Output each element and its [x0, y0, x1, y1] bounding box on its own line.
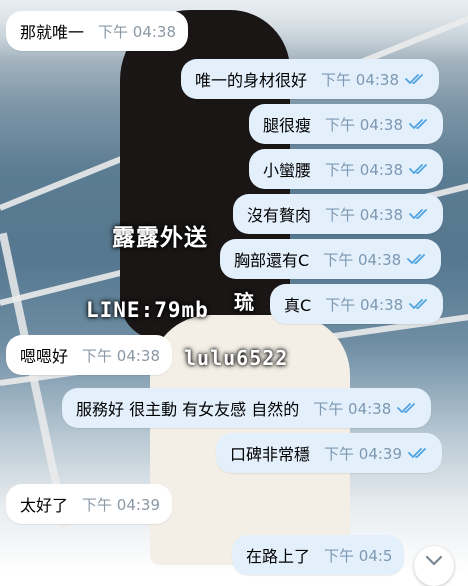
- message-text: 口碑非常穩: [230, 445, 311, 464]
- message-text: 在路上了: [246, 547, 311, 566]
- message-time: 下午 04:39: [324, 444, 403, 463]
- message-bubble[interactable]: 在路上了 下午 04:5: [232, 535, 405, 575]
- double-check-icon: [407, 254, 426, 264]
- message-bubble[interactable]: 太好了 下午 04:39: [6, 484, 173, 524]
- message-text: 那就唯一: [20, 23, 85, 42]
- double-check-icon: [409, 164, 427, 174]
- message-text: 嗯嗯好: [20, 347, 69, 366]
- message-bubble[interactable]: 沒有贅肉 下午 04:38: [233, 194, 444, 234]
- message-time: 下午 04:39: [82, 495, 161, 514]
- message-bubble[interactable]: 腿很瘦 下午 04:38: [249, 104, 444, 144]
- message-text: 太好了: [20, 496, 69, 515]
- watermark-line-id: LINE:79mb: [86, 298, 209, 322]
- double-check-icon: [408, 448, 426, 458]
- double-check-icon: [409, 299, 428, 309]
- message-time: 下午 04:38: [323, 250, 402, 269]
- double-check-icon: [409, 209, 427, 219]
- double-check-icon: [405, 74, 423, 84]
- message-time: 下午 04:38: [325, 115, 404, 134]
- message-bubble[interactable]: 唯一的身材很好 下午 04:38: [181, 59, 440, 99]
- message-bubble[interactable]: 小蠻腰 下午 04:38: [249, 149, 444, 189]
- message-bubble[interactable]: 胸部還有C 下午 04:38: [220, 239, 442, 279]
- message-time: 下午 04:38: [82, 346, 161, 365]
- message-text: 服務好 很主動 有女友感 自然的: [76, 400, 300, 419]
- message-bubble[interactable]: 服務好 很主動 有女友感 自然的 下午 04:38: [62, 388, 432, 428]
- watermark-name: 露露外送: [112, 225, 208, 251]
- message-time: 下午 04:38: [313, 399, 392, 418]
- message-time: 下午 04:38: [325, 295, 404, 314]
- message-time: 下午 04:5: [324, 546, 393, 565]
- message-text: 唯一的身材很好: [195, 71, 308, 90]
- double-check-icon: [397, 403, 416, 413]
- chevron-down-icon: [425, 555, 443, 566]
- message-time: 下午 04:38: [321, 70, 400, 89]
- message-time: 下午 04:38: [98, 22, 177, 41]
- message-text: 胸部還有C: [234, 251, 310, 270]
- watermark-side-char: 琉: [234, 290, 255, 314]
- watermark-user-id: lulu6522: [184, 346, 289, 370]
- message-time: 下午 04:38: [325, 160, 404, 179]
- message-text: 沒有贅肉: [247, 206, 312, 225]
- message-bubble[interactable]: 那就唯一 下午 04:38: [6, 11, 189, 51]
- message-bubble[interactable]: 真C 下午 04:38: [270, 284, 444, 324]
- message-text: 腿很瘦: [263, 116, 312, 135]
- message-text: 真C: [284, 296, 312, 315]
- message-bubble[interactable]: 嗯嗯好 下午 04:38: [6, 335, 173, 375]
- message-bubble[interactable]: 口碑非常穩 下午 04:39: [216, 433, 443, 473]
- scroll-down-button[interactable]: [414, 546, 454, 586]
- double-check-icon: [409, 119, 427, 129]
- message-time: 下午 04:38: [325, 205, 404, 224]
- message-text: 小蠻腰: [263, 161, 312, 180]
